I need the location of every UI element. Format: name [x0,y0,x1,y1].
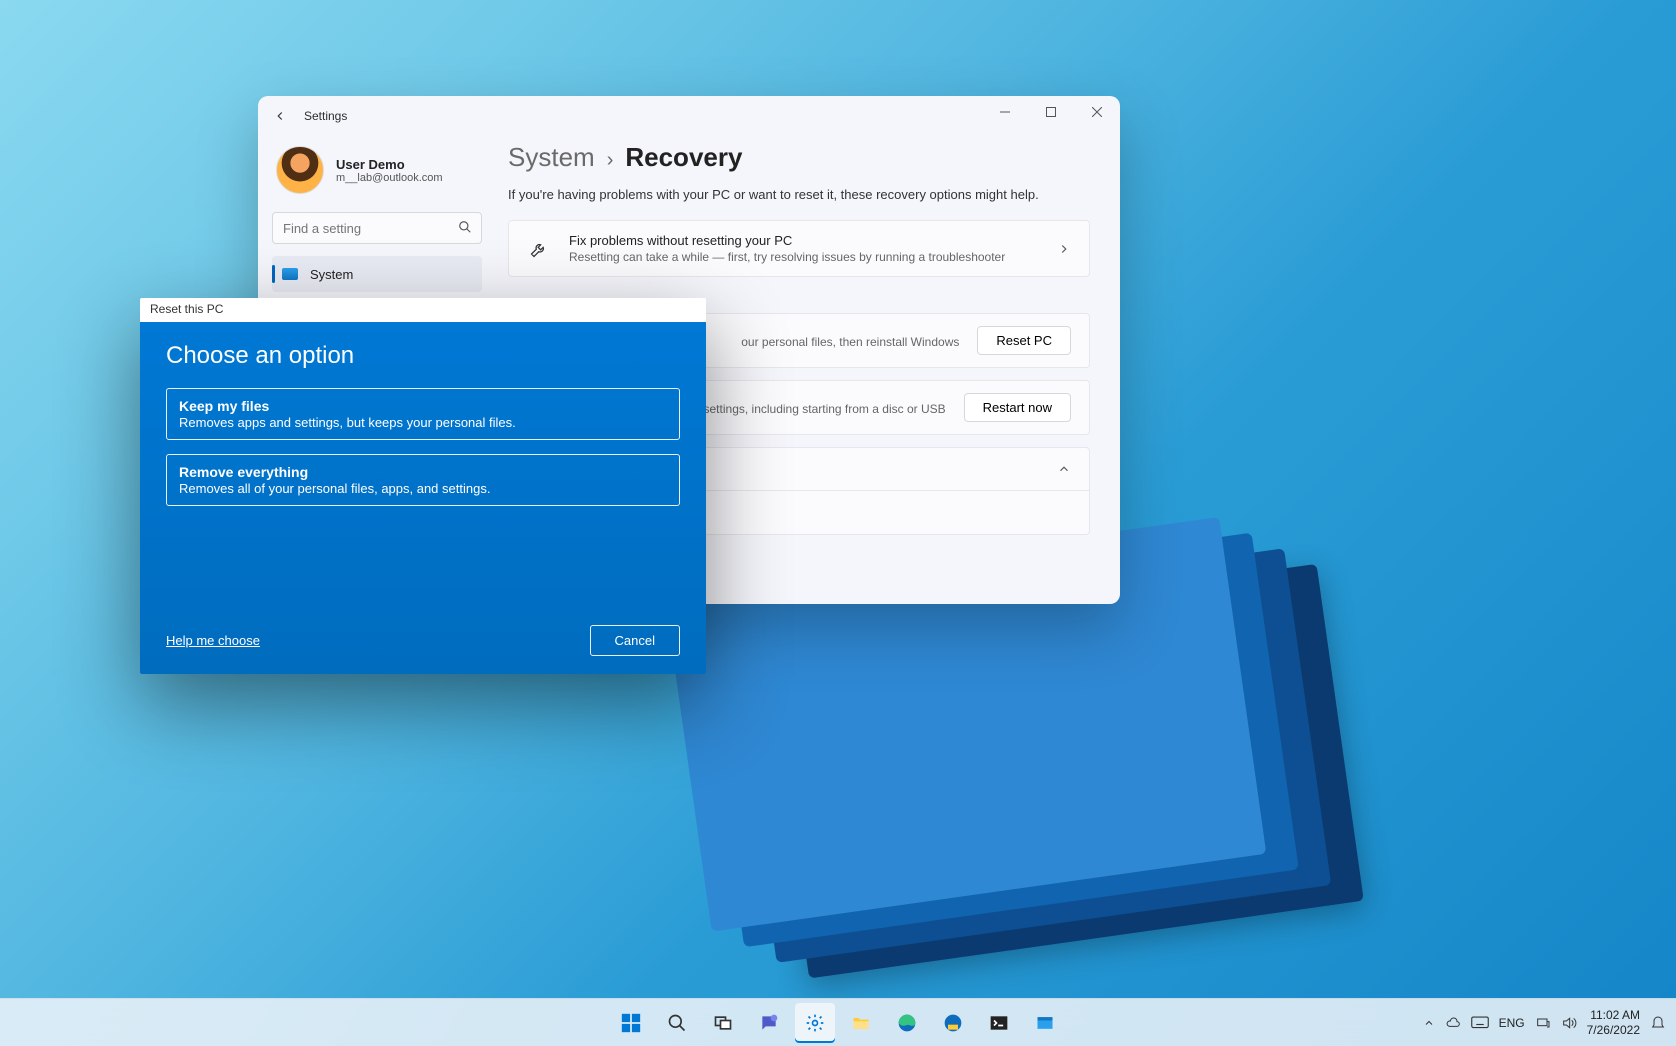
reset-pc-button[interactable]: Reset PC [977,326,1071,355]
maximize-button[interactable] [1028,96,1074,128]
wrench-icon [527,239,551,259]
system-icon [282,268,298,280]
start-button[interactable] [611,1003,651,1043]
task-view-button[interactable] [703,1003,743,1043]
sidebar-item-system[interactable]: System [272,256,482,292]
option-remove-everything[interactable]: Remove everything Removes all of your pe… [166,454,680,506]
option-desc: Removes apps and settings, but keeps you… [179,415,667,430]
onedrive-icon[interactable] [1445,1015,1461,1031]
profile-block[interactable]: User Demo m__lab@outlook.com [272,142,482,208]
taskbar-app-explorer[interactable] [841,1003,881,1043]
time-text: 11:02 AM [1587,1008,1640,1022]
volume-icon[interactable] [1561,1015,1577,1031]
taskbar-app-generic[interactable] [1025,1003,1065,1043]
dialog-heading: Choose an option [166,342,680,370]
breadcrumb: System › Recovery [508,142,1090,173]
search-button[interactable] [657,1003,697,1043]
card-title: Fix problems without resetting your PC [569,233,1039,248]
minimize-button[interactable] [982,96,1028,128]
card-troubleshooter[interactable]: Fix problems without resetting your PC R… [508,220,1090,277]
card-desc: Resetting can take a while — first, try … [569,250,1039,264]
sidebar-item-label: System [310,267,353,282]
reset-pc-dialog: Reset this PC Choose an option Keep my f… [140,298,706,674]
intro-text: If you're having problems with your PC o… [508,187,1090,202]
help-me-choose-link[interactable]: Help me choose [166,633,260,648]
profile-email: m__lab@outlook.com [336,172,443,184]
dialog-title[interactable]: Reset this PC [140,298,706,322]
keyboard-icon[interactable] [1471,1016,1489,1030]
language-indicator[interactable]: ENG [1499,1016,1525,1030]
option-title: Remove everything [179,464,667,480]
option-title: Keep my files [179,398,667,414]
option-desc: Removes all of your personal files, apps… [179,481,667,496]
taskbar-app-edge[interactable] [887,1003,927,1043]
chevron-right-icon [1057,242,1071,256]
tray-chevron-icon[interactable] [1423,1017,1435,1029]
network-icon[interactable] [1535,1015,1551,1031]
search-input[interactable] [272,212,482,244]
avatar [276,146,324,194]
titlebar[interactable]: Settings [258,96,1120,136]
clock[interactable]: 11:02 AM 7/26/2022 [1587,1008,1640,1037]
chat-button[interactable] [749,1003,789,1043]
chevron-up-icon [1057,462,1071,476]
taskbar-app-edge-canary[interactable] [933,1003,973,1043]
cancel-button[interactable]: Cancel [590,625,680,656]
back-button[interactable] [272,108,288,124]
close-button[interactable] [1074,96,1120,128]
taskbar: ENG 11:02 AM 7/26/2022 [0,998,1676,1046]
date-text: 7/26/2022 [1587,1023,1640,1037]
chevron-right-icon: › [607,149,614,172]
page-title: Recovery [625,142,742,173]
taskbar-app-settings[interactable] [795,1003,835,1043]
option-keep-my-files[interactable]: Keep my files Removes apps and settings,… [166,388,680,440]
taskbar-app-terminal[interactable] [979,1003,1019,1043]
search-icon [458,220,472,234]
app-title: Settings [304,109,347,123]
breadcrumb-root[interactable]: System [508,142,595,173]
profile-name: User Demo [336,157,443,172]
restart-now-button[interactable]: Restart now [964,393,1071,422]
notifications-icon[interactable] [1650,1015,1666,1031]
